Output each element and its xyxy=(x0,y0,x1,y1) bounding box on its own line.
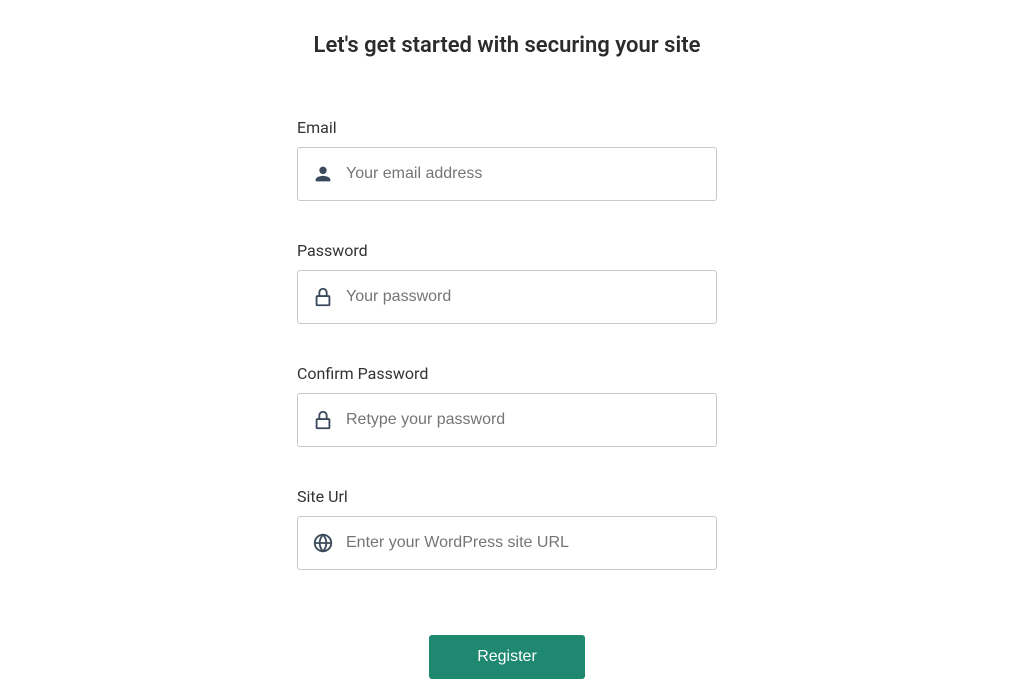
email-field-group: Email xyxy=(297,118,717,201)
registration-form: Email Password Confirm Password Site Url xyxy=(297,118,717,679)
confirm-password-field-group: Confirm Password xyxy=(297,364,717,447)
password-input[interactable] xyxy=(346,288,702,306)
password-field-group: Password xyxy=(297,241,717,324)
site-url-input-wrapper xyxy=(297,516,717,570)
register-button[interactable]: Register xyxy=(429,635,585,679)
email-label: Email xyxy=(297,118,717,137)
password-input-wrapper xyxy=(297,270,717,324)
confirm-password-input[interactable] xyxy=(346,411,702,429)
site-url-field-group: Site Url xyxy=(297,487,717,570)
confirm-password-input-wrapper xyxy=(297,393,717,447)
lock-icon xyxy=(312,409,334,431)
site-url-label: Site Url xyxy=(297,487,717,506)
site-url-input[interactable] xyxy=(346,534,702,552)
confirm-password-label: Confirm Password xyxy=(297,364,717,383)
page-heading: Let's get started with securing your sit… xyxy=(314,33,701,58)
globe-icon xyxy=(312,532,334,554)
user-icon xyxy=(312,163,334,185)
email-input[interactable] xyxy=(346,165,702,183)
submit-wrapper: Register xyxy=(297,635,717,679)
password-label: Password xyxy=(297,241,717,260)
email-input-wrapper xyxy=(297,147,717,201)
lock-icon xyxy=(312,286,334,308)
